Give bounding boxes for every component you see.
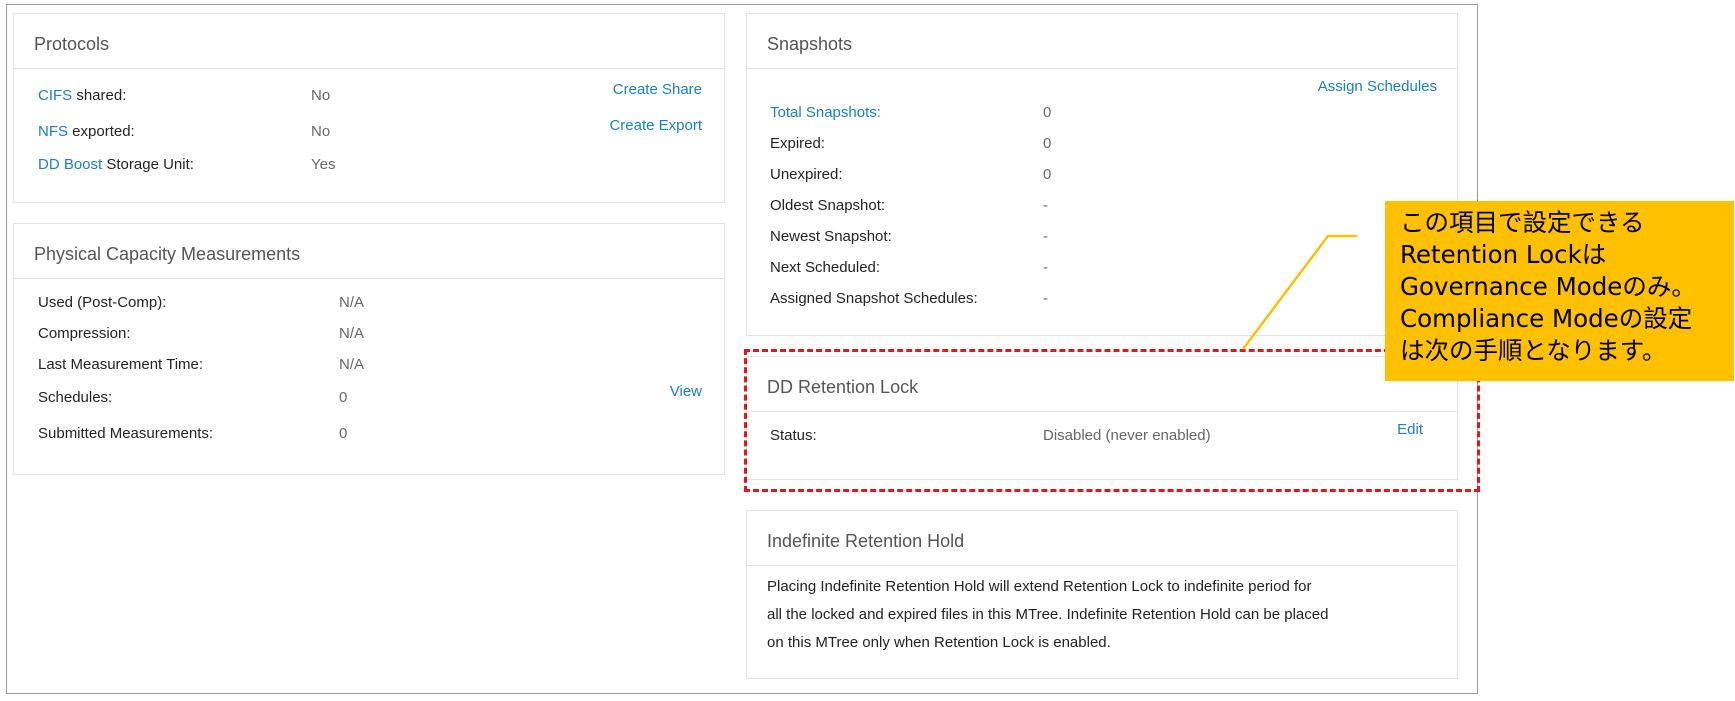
annotation-callout: この項目で設定できる Retention Lockは Governance Mo… [1385,201,1734,381]
callout-line-1: この項目で設定できる [1400,208,1645,237]
callout-line-5: は次の手順となります。 [1400,336,1667,365]
callout-line-3: Governance Modeのみ。 [1400,272,1696,301]
callout-line-4: Compliance Modeの設定 [1400,304,1693,333]
callout-line-2: Retention Lockは [1400,240,1607,269]
